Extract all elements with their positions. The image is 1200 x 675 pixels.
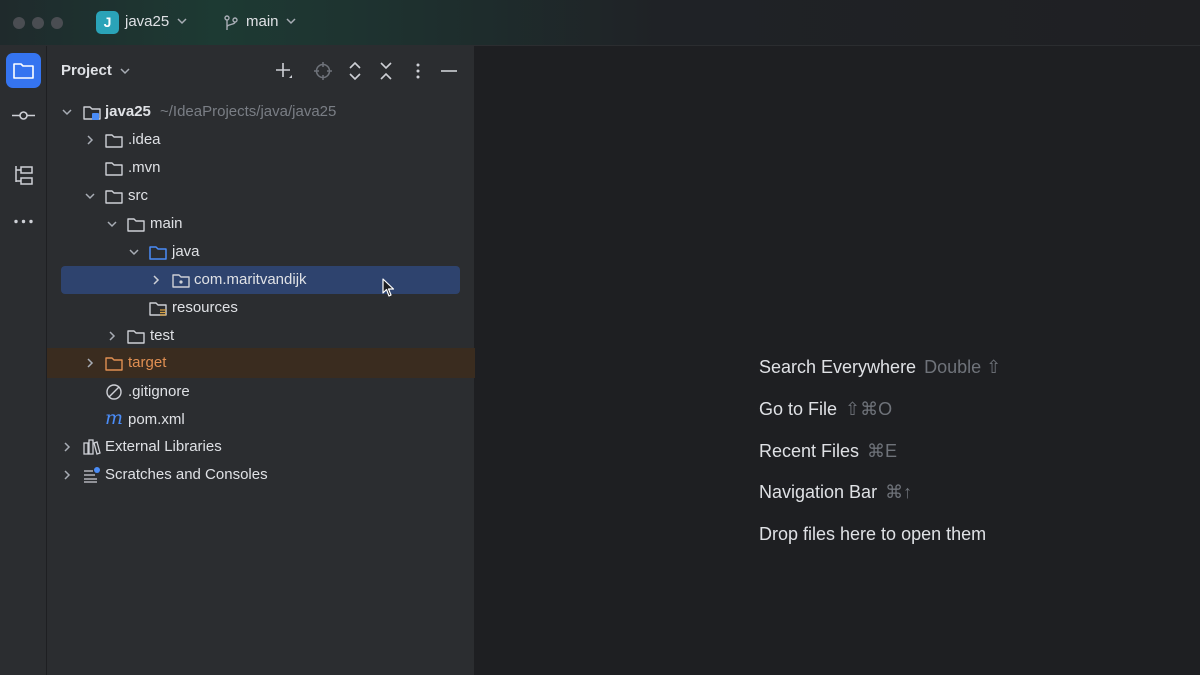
package-icon	[172, 274, 190, 288]
minimize-window-button[interactable]	[32, 17, 44, 29]
folder-icon	[105, 134, 123, 148]
ignore-file-icon	[106, 384, 122, 400]
mouse-cursor-icon	[382, 278, 395, 297]
structure-tool-button[interactable]	[6, 158, 41, 193]
chevron-down-icon[interactable]	[127, 245, 141, 259]
scratches-icon	[84, 467, 100, 483]
tree-row-idea[interactable]: .idea	[47, 126, 475, 154]
project-tool-button[interactable]	[6, 53, 41, 88]
collapse-all-icon[interactable]	[375, 60, 397, 82]
module-folder-icon	[83, 106, 101, 120]
tree-label: .gitignore	[128, 383, 190, 400]
tree-row-com-maritvandijk[interactable]: com.maritvandijk	[47, 266, 475, 294]
structure-icon	[15, 166, 33, 185]
hint-label: Go to File	[759, 399, 838, 419]
hint-shortcut: Double ⇧	[924, 357, 1002, 377]
tree-label: java	[172, 243, 200, 260]
add-icon[interactable]	[273, 60, 295, 82]
tree-label: External Libraries	[105, 438, 222, 455]
hint-search-everywhere: Search Everywhere Double ⇧	[759, 357, 1001, 378]
hint-label: Drop files here to open them	[759, 524, 987, 544]
chevron-down-icon[interactable]	[83, 189, 97, 203]
folder-icon	[105, 162, 123, 176]
chevron-down-icon[interactable]	[105, 217, 119, 231]
hint-drop-files: Drop files here to open them	[759, 524, 986, 545]
tree-label: com.maritvandijk	[194, 271, 307, 288]
commit-icon	[12, 111, 35, 120]
folder-icon	[127, 330, 145, 344]
tree-row-target[interactable]: target	[47, 348, 475, 378]
minimize-icon[interactable]	[438, 60, 460, 82]
close-window-button[interactable]	[13, 17, 25, 29]
hint-shortcut: ⌘↑	[885, 482, 913, 502]
branch-name[interactable]: main	[246, 13, 279, 30]
panel-title[interactable]: Project	[61, 62, 112, 79]
tree-label: src	[128, 187, 148, 204]
source-folder-icon	[149, 246, 167, 260]
tree-row-gitignore[interactable]: .gitignore	[47, 378, 475, 406]
title-bar: J java25 main	[0, 0, 1200, 46]
folder-icon	[127, 218, 145, 232]
kebab-menu-icon[interactable]	[407, 60, 429, 82]
chevron-right-icon[interactable]	[60, 440, 74, 454]
tree-row-pom-xml[interactable]: m pom.xml	[47, 406, 475, 434]
tree-row-resources[interactable]: resources	[47, 294, 475, 322]
tree-label: .mvn	[128, 159, 161, 176]
hint-shortcut: ⌘E	[867, 441, 898, 461]
hint-label: Search Everywhere	[759, 357, 917, 377]
tool-window-strip	[0, 46, 47, 675]
project-badge[interactable]: J	[96, 11, 119, 34]
chevron-right-icon[interactable]	[83, 133, 97, 147]
library-icon	[83, 439, 101, 455]
chevron-down-icon[interactable]	[284, 14, 298, 28]
tree-label: .idea	[128, 131, 161, 148]
expand-all-icon[interactable]	[344, 60, 366, 82]
zoom-window-button[interactable]	[51, 17, 63, 29]
hint-go-to-file: Go to File ⇧⌘O	[759, 399, 892, 420]
chevron-right-icon[interactable]	[83, 356, 97, 370]
tree-row-test[interactable]: test	[47, 322, 475, 350]
hint-recent-files: Recent Files ⌘E	[759, 441, 897, 462]
tree-row-java25[interactable]: java25 ~/IdeaProjects/java/java25	[47, 98, 475, 126]
tree-row-scratches[interactable]: Scratches and Consoles	[47, 461, 475, 489]
chevron-down-icon[interactable]	[60, 105, 74, 119]
tree-label: target	[128, 354, 167, 371]
tree-label: resources	[172, 299, 238, 316]
chevron-down-icon[interactable]	[118, 64, 132, 78]
excluded-folder-icon	[105, 357, 123, 371]
tree-label: java25	[105, 103, 151, 120]
hint-shortcut: ⇧⌘O	[845, 399, 893, 419]
hint-navigation-bar: Navigation Bar ⌘↑	[759, 482, 912, 503]
project-panel: Project java25 ~/IdeaProjects/java/java2…	[47, 46, 475, 675]
folder-icon	[105, 190, 123, 204]
resources-folder-icon	[149, 302, 167, 316]
tree-row-main[interactable]: main	[47, 210, 475, 238]
locate-icon[interactable]	[312, 60, 334, 82]
tree-label: Scratches and Consoles	[105, 466, 268, 483]
folder-icon	[13, 63, 34, 79]
project-name[interactable]: java25	[125, 13, 169, 30]
tree-label: test	[150, 327, 175, 344]
tree-row-java[interactable]: java	[47, 238, 475, 266]
tree-row-external-libraries[interactable]: External Libraries	[47, 433, 475, 461]
commit-tool-button[interactable]	[6, 98, 41, 133]
tree-label: pom.xml	[128, 411, 185, 428]
git-branch-icon	[224, 15, 238, 30]
hint-label: Navigation Bar	[759, 482, 878, 502]
chevron-right-icon[interactable]	[105, 329, 119, 343]
maven-icon: m	[105, 407, 124, 429]
tree-row-src[interactable]: src	[47, 182, 475, 210]
chevron-down-icon[interactable]	[175, 14, 189, 28]
tree-label: main	[150, 215, 183, 232]
tree-row-mvn[interactable]: .mvn	[47, 154, 475, 182]
more-horizontal-icon	[14, 219, 33, 224]
chevron-right-icon[interactable]	[149, 273, 163, 287]
hint-label: Recent Files	[759, 441, 860, 461]
root-path: ~/IdeaProjects/java/java25	[160, 103, 337, 120]
chevron-right-icon[interactable]	[60, 468, 74, 482]
more-tools-button[interactable]	[6, 204, 41, 239]
